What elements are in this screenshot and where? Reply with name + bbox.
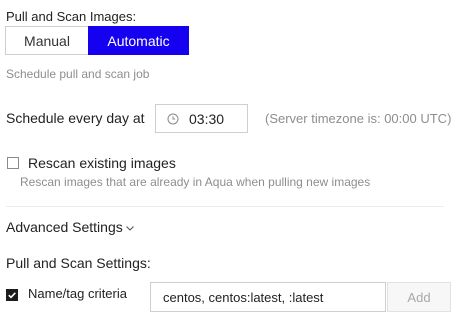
add-criteria-button[interactable]: Add [387,282,451,312]
name-tag-criteria-input[interactable] [150,282,386,312]
rescan-description: Rescan images that are already in Aqua w… [20,175,371,189]
rescan-label: Rescan existing images [28,155,176,171]
pull-scan-settings-title: Pull and Scan Settings: [6,255,151,271]
chevron-down-icon [125,226,134,231]
advanced-settings-toggle[interactable]: Advanced Settings [6,219,135,235]
pull-scan-mode-toggle: Manual Automatic [5,26,189,55]
checkmark-icon [8,292,16,299]
rescan-checkbox[interactable] [7,157,19,169]
automatic-button[interactable]: Automatic [88,26,189,55]
advanced-settings-label: Advanced Settings [6,219,123,235]
clock-icon [167,113,179,124]
schedule-time-value: 03:30 [189,110,225,127]
schedule-description: Schedule pull and scan job [6,67,150,81]
name-tag-label: Name/tag criteria [28,286,127,301]
name-tag-checkbox[interactable] [6,289,18,301]
schedule-label: Schedule every day at [6,110,145,126]
section-divider [6,206,444,207]
pull-scan-label: Pull and Scan Images: [6,9,137,24]
schedule-time-picker[interactable]: 03:30 [155,104,248,133]
timezone-note: (Server timezone is: 00:00 UTC) [265,111,452,126]
manual-button[interactable]: Manual [5,26,88,55]
